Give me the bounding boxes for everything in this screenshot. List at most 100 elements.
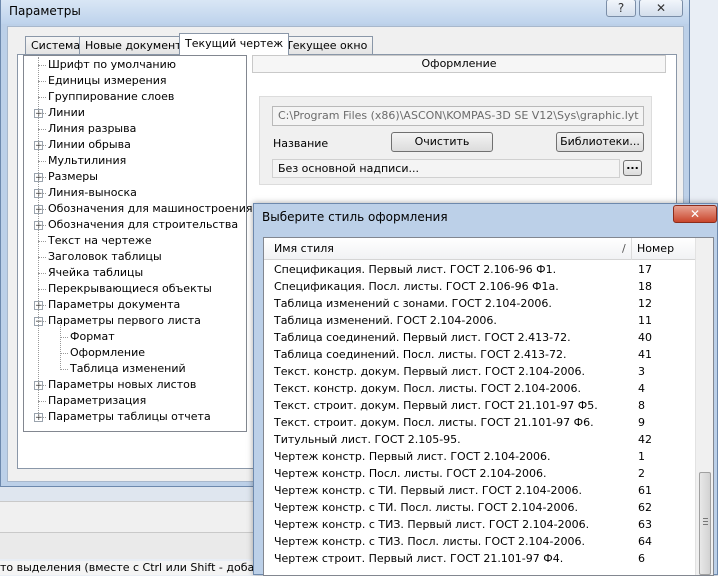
tree-connector [38, 129, 46, 130]
tree-connector [38, 401, 46, 402]
tree-item[interactable]: Линии обрыва [48, 137, 131, 153]
list-item[interactable]: Спецификация. Посл. листы. ГОСТ 2.106-96… [264, 278, 695, 295]
scrollbar-thumb[interactable] [699, 472, 711, 575]
list-item[interactable]: Таблица изменений. ГОСТ 2.104-2006. 11 [264, 312, 695, 329]
tree-item[interactable]: Формат [70, 329, 115, 345]
style-number: 6 [638, 552, 645, 565]
tree-item[interactable]: Шрифт по умолчанию [48, 57, 176, 73]
tab-system[interactable]: Система [25, 36, 87, 55]
style-number: 64 [638, 535, 652, 548]
background-strip [0, 487, 253, 501]
vertical-scrollbar[interactable] [695, 238, 713, 575]
sort-indicator: / [622, 242, 626, 255]
style-number: 18 [638, 280, 652, 293]
tree-connector [38, 65, 46, 66]
list-item[interactable]: Текст. констр. докум. Посл. листы. ГОСТ … [264, 380, 695, 397]
list-item[interactable]: Чертеж констр. с ТИ. Посл. листы. ГОСТ 2… [264, 499, 695, 516]
list-header: Имя стиля / Номер [264, 238, 695, 260]
list-item[interactable]: Таблица изменений с зонами. ГОСТ 2.104-2… [264, 295, 695, 312]
tree-item[interactable]: Заголовок таблицы [48, 249, 162, 265]
style-number: 2 [638, 467, 645, 480]
style-name: Чертеж строит. Первый лист. ГОСТ 21.101-… [274, 552, 564, 565]
list-item[interactable]: Чертеж строит. Первый лист. ГОСТ 21.101-… [264, 550, 695, 567]
tree-item[interactable]: Группирование слоев [48, 89, 174, 105]
tree-item[interactable]: Обозначения для строительства [48, 217, 238, 233]
list-item[interactable]: Чертеж констр. с ТИЗ. Первый лист. ГОСТ … [264, 516, 695, 533]
tree-item[interactable]: Обозначения для машиностроения [48, 201, 253, 217]
settings-tree[interactable]: Шрифт по умолчанию Единицы измерения Групп… [23, 55, 253, 432]
list-item[interactable]: Текст. констр. докум. Первый лист. ГОСТ … [264, 363, 695, 380]
list-item[interactable]: Текст. строит. докум. Посл. листы. ГОСТ … [264, 414, 695, 431]
style-number: 12 [638, 297, 652, 310]
style-name: Текст. строит. докум. Посл. листы. ГОСТ … [274, 416, 594, 429]
tree-connector [38, 257, 46, 258]
list-item[interactable]: Чертеж констр. Первый лист. ГОСТ 2.104-2… [264, 448, 695, 465]
name-label: Название [273, 137, 329, 150]
column-header-number[interactable]: Номер [637, 242, 674, 255]
library-path-field[interactable]: C:\Program Files (x86)\ASCON\KOMPAS-3D S… [272, 106, 644, 126]
style-number: 4 [638, 382, 645, 395]
clear-button[interactable]: Очистить [391, 132, 493, 152]
tree-connector [38, 289, 46, 290]
style-number: 63 [638, 518, 652, 531]
title-bar[interactable]: Параметры ? ✕ [1, 0, 689, 24]
thumb-grip-2 [703, 521, 708, 522]
tree-item[interactable]: Единицы измерения [48, 73, 167, 89]
tree-item[interactable]: Оформление [70, 345, 145, 361]
style-list[interactable]: Имя стиля / Номер Спецификация. Первый л… [263, 237, 714, 576]
list-item[interactable]: Чертеж констр. с ТИ. Первый лист. ГОСТ 2… [264, 482, 695, 499]
popup-close-button[interactable]: ✕ [673, 205, 717, 223]
list-item[interactable]: Спецификация. Первый лист. ГОСТ 2.106-96… [264, 261, 695, 278]
style-field[interactable]: Без основной надписи... [272, 159, 620, 178]
libraries-button[interactable]: Библиотеки... [556, 132, 644, 152]
tree-item[interactable]: Таблица изменений [70, 361, 186, 377]
style-name: Чертеж констр. Первый лист. ГОСТ 2.104-2… [274, 450, 551, 463]
style-name: Текст. строит. докум. Первый лист. ГОСТ … [274, 399, 598, 412]
tree-item[interactable]: Параметризация [48, 393, 146, 409]
style-number: 41 [638, 348, 652, 361]
tree-item[interactable]: Параметры новых листов [48, 377, 196, 393]
list-item[interactable]: Таблица соединений. Первый лист. ГОСТ 2.… [264, 329, 695, 346]
list-item[interactable]: Титульный лист. ГОСТ 2.105-95. 42 [264, 431, 695, 448]
list-item[interactable]: Чертеж констр. Посл. листы. ГОСТ 2.104-2… [264, 465, 695, 482]
tree-item[interactable]: Перекрывающиеся объекты [48, 281, 212, 297]
style-number: 61 [638, 484, 652, 497]
style-name: Спецификация. Первый лист. ГОСТ 2.106-96… [274, 263, 557, 276]
tab-current-window[interactable]: Текущее окно [280, 36, 374, 55]
tree-item[interactable]: Параметры первого листа [48, 313, 201, 329]
browse-style-button[interactable]: ... [623, 160, 642, 176]
tree-item[interactable]: Линия-выноска [48, 185, 137, 201]
list-item[interactable]: Таблица соединений. Посл. листы. ГОСТ 2.… [264, 346, 695, 363]
tree-item[interactable]: Размеры [48, 169, 98, 185]
style-number: 3 [638, 365, 645, 378]
tree-item[interactable]: Параметры таблицы отчета [48, 409, 211, 425]
style-name: Таблица изменений с зонами. ГОСТ 2.104-2… [274, 297, 552, 310]
style-name: Титульный лист. ГОСТ 2.105-95. [274, 433, 461, 446]
tree-item[interactable]: Текст на чертеже [48, 233, 152, 249]
tree-branch-line [60, 325, 61, 368]
list-item[interactable]: Текст. строит. докум. Первый лист. ГОСТ … [264, 397, 695, 414]
list-item[interactable]: Чертеж констр. с ТИЗ. Посл. листы. ГОСТ … [264, 533, 695, 550]
style-name: Чертеж констр. с ТИ. Первый лист. ГОСТ 2… [274, 484, 583, 497]
background-area [0, 533, 253, 559]
style-name: Текст. констр. докум. Посл. листы. ГОСТ … [274, 382, 581, 395]
section-title: Оформление [252, 55, 666, 73]
tree-item[interactable]: Мультилиния [48, 153, 126, 169]
tab-current-drawing[interactable]: Текущий чертеж [179, 33, 290, 55]
column-header-name[interactable]: Имя стиля [274, 242, 334, 255]
tree-connector [38, 273, 46, 274]
style-name: Чертеж констр. Посл. листы. ГОСТ 2.104-2… [274, 467, 547, 480]
tree-connector [60, 337, 68, 338]
tree-item[interactable]: Ячейка таблицы [48, 265, 143, 281]
background-toolbar [0, 501, 253, 533]
style-name: Таблица изменений. ГОСТ 2.104-2006. [274, 314, 497, 327]
tree-item[interactable]: Линии [48, 105, 85, 121]
style-select-dialog: Выберите стиль оформления ✕ Имя стиля / … [253, 203, 718, 576]
tree-item[interactable]: Линия разрыва [48, 121, 136, 137]
tree-item[interactable]: Параметры документа [48, 297, 180, 313]
help-button[interactable]: ? [606, 0, 636, 17]
style-name: Таблица соединений. Первый лист. ГОСТ 2.… [274, 331, 571, 344]
close-button[interactable]: ✕ [639, 0, 683, 17]
style-name: Чертеж констр. с ТИЗ. Первый лист. ГОСТ … [274, 518, 590, 531]
style-number: 17 [638, 263, 652, 276]
